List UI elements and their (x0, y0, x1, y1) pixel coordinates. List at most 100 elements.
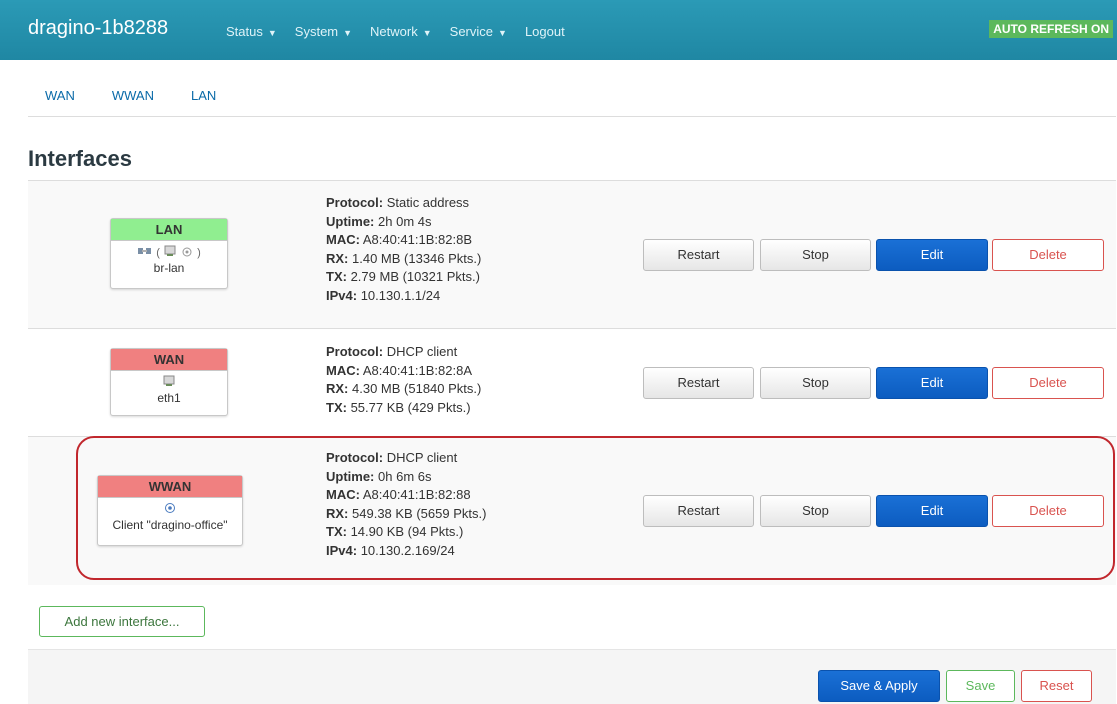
detail-value: 1.40 MB (13346 Pkts.) (352, 250, 482, 266)
interface-details: Protocol: Static address Uptime: 2h 0m 4… (326, 194, 481, 305)
save-button[interactable]: Save (946, 670, 1015, 702)
detail-key: TX: (326, 399, 347, 415)
auto-refresh-badge[interactable]: AUTO REFRESH ON (989, 20, 1113, 38)
top-navbar: dragino-1b8288 Status ▼ System ▼ Network ▼ … (0, 0, 1117, 60)
interface-badge-wan: WAN eth1 (110, 348, 228, 416)
caret-down-icon: ▼ (267, 28, 277, 38)
detail-value: DHCP client (386, 450, 458, 465)
stop-button[interactable]: Stop (760, 367, 871, 399)
menu-logout[interactable]: Logout (525, 24, 565, 39)
detail-rx: RX: 4.30 MB (51840 Pkts.) (326, 380, 481, 399)
page-title: Interfaces (28, 146, 132, 171)
detail-key: MAC: (326, 487, 360, 502)
detail-key: TX: (326, 269, 347, 284)
edit-button[interactable]: Edit (876, 239, 988, 271)
tab-wwan[interactable]: WWAN (112, 88, 154, 116)
paren-close: ) (197, 246, 201, 259)
delete-button[interactable]: Delete (992, 367, 1104, 399)
interface-details: Protocol: DHCP client Uptime: 0h 6m 6s M… (326, 449, 486, 560)
restart-button[interactable]: Restart (643, 367, 754, 399)
menu-system-label: System (294, 24, 339, 39)
tab-wan[interactable]: WAN (45, 88, 75, 116)
stop-button[interactable]: Stop (760, 495, 871, 527)
interface-icons (98, 502, 242, 516)
interface-name: WAN (111, 349, 227, 371)
delete-button[interactable]: Delete (992, 495, 1104, 527)
hostname-brand[interactable]: dragino-1b8288 (28, 17, 168, 40)
interface-badge-lan: LAN ( ) br-lan (110, 218, 228, 289)
menu-service[interactable]: Service ▼ (450, 24, 507, 39)
detail-value: DHCP client (386, 344, 458, 359)
detail-key: TX: (326, 524, 347, 539)
detail-ipv4: IPv4: 10.130.2.169/24 (326, 542, 486, 561)
detail-value: 549.38 KB (5659 Pkts.) (352, 505, 487, 521)
caret-down-icon: ▼ (343, 28, 353, 38)
detail-value: 10.130.1.1/24 (360, 287, 441, 303)
paren-open: ( (156, 246, 160, 259)
wifi-icon (180, 245, 194, 261)
detail-uptime: Uptime: 0h 6m 6s (326, 468, 486, 487)
menu-status-label: Status (226, 24, 263, 39)
interface-row-wwan: WWAN Client "dragino-office" Protocol: D… (28, 436, 1116, 585)
detail-key: RX: (326, 381, 349, 396)
add-interface-button[interactable]: Add new interface... (39, 606, 205, 637)
restart-button[interactable]: Restart (643, 495, 754, 527)
stop-button[interactable]: Stop (760, 239, 871, 271)
detail-key: Protocol: (326, 195, 384, 210)
caret-down-icon: ▼ (498, 28, 507, 38)
detail-uptime: Uptime: 2h 0m 4s (326, 213, 481, 232)
interface-name: LAN (111, 219, 227, 241)
save-apply-button[interactable]: Save & Apply (818, 670, 940, 702)
detail-value: A8:40:41:1B:82:8B (362, 232, 472, 247)
bridge-icon (137, 245, 153, 261)
edit-button[interactable]: Edit (876, 367, 988, 399)
menu-status[interactable]: Status ▼ (226, 24, 277, 39)
detail-value: 10.130.2.169/24 (360, 542, 455, 558)
menu-system[interactable]: System ▼ (295, 24, 352, 39)
detail-protocol: Protocol: DHCP client (326, 343, 481, 362)
detail-key: MAC: (326, 232, 360, 247)
detail-ipv4: IPv4: 10.130.1.1/24 (326, 287, 481, 306)
interface-badge-wwan: WWAN Client "dragino-office" (97, 475, 243, 546)
detail-mac: MAC: A8:40:41:1B:82:88 (326, 486, 486, 505)
detail-value: 55.77 KB (429 Pkts.) (350, 399, 471, 415)
interface-icons: ( ) (111, 245, 227, 259)
detail-key: IPv4: (326, 287, 358, 303)
edit-button[interactable]: Edit (876, 495, 988, 527)
reset-button[interactable]: Reset (1021, 670, 1092, 702)
menu-network-label: Network (370, 24, 418, 39)
detail-rx: RX: 1.40 MB (13346 Pkts.) (326, 250, 481, 269)
menu-logout-label: Logout (524, 24, 565, 39)
caret-down-icon: ▼ (422, 28, 432, 38)
detail-mac: MAC: A8:40:41:1B:82:8A (326, 362, 481, 381)
detail-value: 14.90 KB (94 Pkts.) (350, 524, 464, 539)
interface-row-lan: LAN ( ) br-lan Protocol: Static address … (28, 180, 1116, 328)
detail-key: Protocol: (326, 450, 384, 465)
ethernet-icon (163, 245, 177, 261)
detail-value: A8:40:41:1B:82:88 (362, 487, 471, 502)
interface-device: br-lan (153, 261, 185, 275)
interface-details: Protocol: DHCP client MAC: A8:40:41:1B:8… (326, 343, 481, 417)
detail-tx: TX: 55.77 KB (429 Pkts.) (326, 399, 481, 418)
detail-mac: MAC: A8:40:41:1B:82:8B (326, 231, 481, 250)
detail-rx: RX: 549.38 KB (5659 Pkts.) (326, 505, 486, 524)
detail-key: Uptime: (326, 213, 375, 229)
restart-button[interactable]: Restart (643, 239, 754, 271)
interface-icons (111, 375, 227, 389)
menu-network[interactable]: Network ▼ (370, 24, 432, 39)
interface-device: Client "dragino-office" (112, 518, 228, 532)
wifi-icon (163, 502, 177, 518)
detail-key: RX: (326, 250, 349, 266)
detail-value: 0h 6m 6s (378, 468, 432, 484)
detail-protocol: Protocol: Static address (326, 194, 481, 213)
detail-value: 2.79 MB (10321 Pkts.) (350, 269, 480, 284)
delete-button[interactable]: Delete (992, 239, 1104, 271)
detail-value: A8:40:41:1B:82:8A (362, 362, 472, 378)
detail-value: Static address (386, 195, 470, 210)
interface-name: WWAN (98, 476, 242, 498)
detail-key: MAC: (326, 362, 360, 378)
tab-lan[interactable]: LAN (191, 88, 216, 116)
interface-tabs: WAN WWAN LAN (28, 88, 1116, 117)
detail-value: 4.30 MB (51840 Pkts.) (352, 381, 482, 396)
interface-device: eth1 (157, 391, 181, 405)
